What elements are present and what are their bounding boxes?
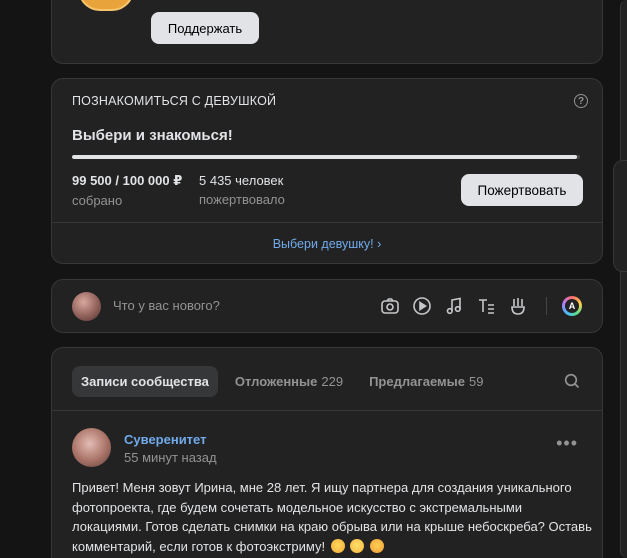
right-sidebar-block xyxy=(613,160,627,272)
fundraiser-header: ПОЗНАКОМИТЬСЯ С ДЕВУШКОЙ xyxy=(72,94,277,108)
wall-card: Записи сообщества Отложенные 229 Предлага… xyxy=(51,347,603,558)
divider xyxy=(52,410,602,411)
choose-girl-link[interactable]: Выбери девушку! › xyxy=(52,237,602,251)
help-icon[interactable]: ? xyxy=(574,94,588,108)
fundraiser-title: Выбери и знакомься! xyxy=(72,127,233,144)
rolling-eyes-emoji xyxy=(350,538,365,553)
toolbar-separator xyxy=(546,297,547,315)
tab-label: Записи сообщества xyxy=(81,374,209,389)
donors-label: пожертвовало xyxy=(199,192,285,207)
clip-icon[interactable] xyxy=(508,296,528,316)
donate-button[interactable]: Пожертвовать xyxy=(461,174,583,206)
collected-stat: 99 500 / 100 000 ₽ собрано xyxy=(72,173,182,208)
camera-icon[interactable] xyxy=(380,296,400,316)
support-button[interactable]: Поддержать xyxy=(151,12,259,44)
search-icon[interactable] xyxy=(564,373,580,389)
tab-scheduled[interactable]: Отложенные 229 xyxy=(226,366,352,397)
collected-value: 99 500 xyxy=(72,173,112,188)
hearts-emoji xyxy=(369,538,384,553)
donors-value: 5 435 человек xyxy=(199,173,284,188)
tab-suggested[interactable]: Предлагаемые 59 xyxy=(360,366,492,397)
ai-assistant-icon[interactable]: A xyxy=(562,296,582,316)
tab-label: Отложенные xyxy=(234,374,318,389)
tab-community-posts[interactable]: Записи сообщества xyxy=(72,366,218,397)
tab-count: 229 xyxy=(321,374,344,389)
goal-value: / 100 000 ₽ xyxy=(115,173,183,188)
post-author[interactable]: Суверенитет xyxy=(124,432,206,447)
community-avatar xyxy=(78,0,134,11)
post-more-menu[interactable]: ••• xyxy=(556,434,578,452)
music-icon[interactable] xyxy=(444,296,464,316)
post-text: Привет! Меня зовут Ирина, мне 28 лет. Я … xyxy=(72,478,592,556)
post-timestamp[interactable]: 55 минут назад xyxy=(124,450,217,465)
kiss-emoji xyxy=(330,538,345,553)
tab-count: 59 xyxy=(468,374,484,389)
fundraiser-progress xyxy=(72,155,580,159)
right-sidebar-edge xyxy=(620,0,627,558)
donors-stat: 5 435 человек пожертвовало xyxy=(199,173,285,207)
fundraiser-progress-fill xyxy=(72,155,578,159)
ai-assistant-label: A xyxy=(565,299,579,313)
video-play-icon[interactable] xyxy=(412,296,432,316)
text-format-icon[interactable] xyxy=(476,296,496,316)
post-author-avatar[interactable] xyxy=(72,428,111,467)
support-card: Поддержать xyxy=(51,0,603,64)
divider xyxy=(52,222,602,223)
tab-label: Предлагаемые xyxy=(369,374,465,389)
post-composer: Что у вас нового? A xyxy=(51,279,603,333)
wall-tabs: Записи сообщества Отложенные 229 Предлага… xyxy=(72,366,500,397)
collected-label: собрано xyxy=(72,193,123,208)
fundraiser-card: ПОЗНАКОМИТЬСЯ С ДЕВУШКОЙ ? Выбери и знак… xyxy=(51,78,603,264)
post-input[interactable]: Что у вас нового? xyxy=(113,298,220,313)
user-avatar[interactable] xyxy=(72,292,101,321)
